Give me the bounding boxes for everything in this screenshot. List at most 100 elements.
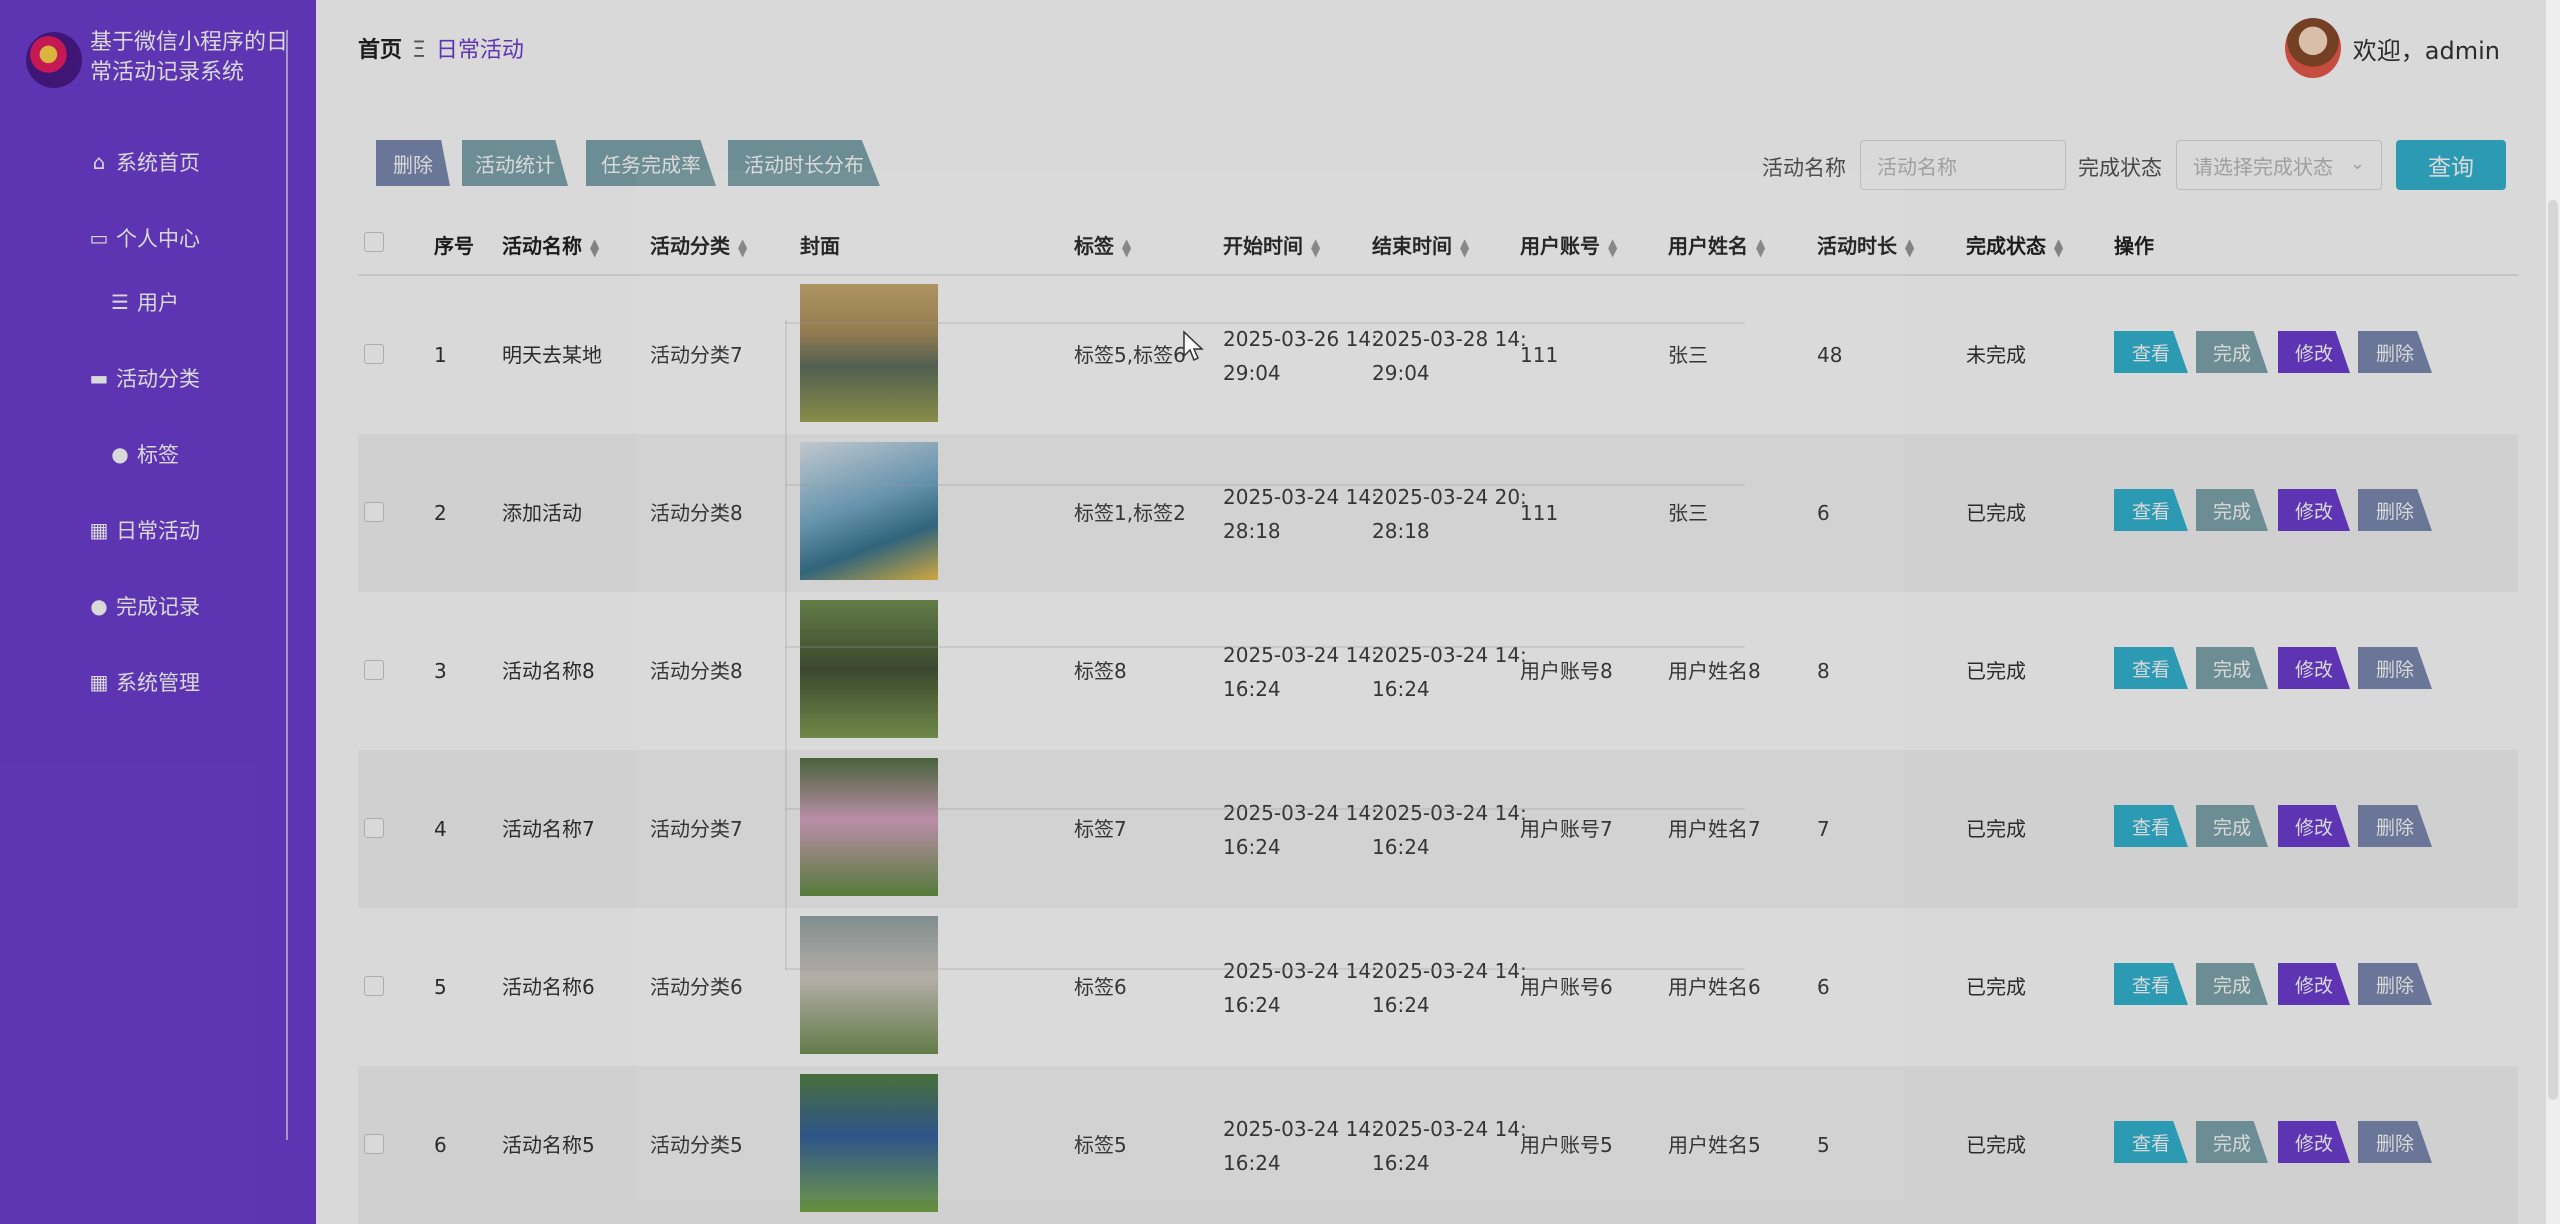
activity-category: 活动分类5 — [650, 1133, 743, 1157]
sidebar-item-home[interactable]: ⌂ 系统首页 — [0, 140, 286, 184]
delete-button[interactable]: 删除 — [2358, 805, 2432, 847]
batch-delete-button[interactable]: 删除 — [376, 140, 450, 186]
row-checkbox[interactable] — [364, 660, 384, 680]
table-row: 2 添加活动 活动分类8 标签1,标签2 2025-03-24 14: 28:18 2025… — [358, 434, 2518, 592]
col-start[interactable]: 开始时间 ▲ ▼ — [1223, 230, 1320, 259]
col-cover: 封面 — [800, 234, 840, 258]
breadcrumb-home[interactable]: 首页 — [358, 38, 402, 63]
complete-button[interactable]: 完成 — [2196, 1121, 2268, 1163]
sidebar-item-daily-activity[interactable]: ▦ 日常活动 — [0, 508, 286, 552]
search-status-placeholder: 请选择完成状态 — [2193, 154, 2333, 179]
completion-status: 已完成 — [1966, 975, 2026, 999]
sort-icon: ▲ ▼ — [1122, 235, 1132, 259]
search-name-input[interactable]: 活动名称 — [1860, 140, 2066, 190]
start-time: 2025-03-24 14: 16:24 — [1223, 959, 1378, 1017]
col-status[interactable]: 完成状态 ▲ ▼ — [1966, 230, 2063, 259]
sidebar-item-label: 活动分类 — [116, 367, 200, 391]
activity-duration: 8 — [1817, 659, 1830, 683]
duration-distribution-button[interactable]: 活动时长分布 — [728, 140, 880, 186]
complete-button[interactable]: 完成 — [2196, 963, 2268, 1005]
sidebar-item-label: 系统管理 — [116, 671, 200, 695]
col-account[interactable]: 用户账号 ▲ ▼ — [1520, 230, 1617, 259]
sidebar-item-category[interactable]: ▬ 活动分类 — [0, 356, 286, 400]
row-checkbox[interactable] — [364, 502, 384, 522]
list-icon: ☰ — [111, 290, 129, 314]
edit-button[interactable]: 修改 — [2278, 489, 2350, 531]
col-end[interactable]: 结束时间 ▲ ▼ — [1372, 230, 1469, 259]
row-checkbox[interactable] — [364, 976, 384, 996]
complete-button[interactable]: 完成 — [2196, 805, 2268, 847]
edit-button[interactable]: 修改 — [2278, 963, 2350, 1005]
activity-name: 活动名称8 — [502, 659, 595, 683]
table-row: 3 活动名称8 活动分类8 标签8 2025-03-24 14: 16:24 2025-03… — [358, 592, 2518, 750]
col-category[interactable]: 活动分类 ▲ ▼ — [650, 230, 747, 259]
sidebar-item-users[interactable]: ☰ 用户 — [0, 280, 286, 324]
breadcrumb: 首页 Ξ 日常活动 — [358, 32, 524, 64]
user-info[interactable]: 欢迎，admin — [2284, 18, 2500, 78]
edit-button[interactable]: 修改 — [2278, 647, 2350, 689]
user-name: 用户姓名6 — [1668, 975, 1761, 999]
view-button[interactable]: 查看 — [2114, 805, 2188, 847]
breadcrumb-current: 日常活动 — [435, 38, 524, 63]
view-button[interactable]: 查看 — [2114, 1121, 2188, 1163]
faded-gridline — [785, 968, 1745, 970]
row-checkbox[interactable] — [364, 1134, 384, 1154]
delete-button[interactable]: 删除 — [2358, 489, 2432, 531]
user-name: 用户姓名5 — [1668, 1133, 1761, 1157]
search-status-select[interactable]: 请选择完成状态 ⌄ — [2176, 140, 2382, 190]
sidebar-item-label: 个人中心 — [116, 227, 200, 251]
app-title: 基于微信小程序的日常活动记录系统 — [90, 30, 289, 85]
activity-stats-button[interactable]: 活动统计 — [462, 140, 568, 186]
start-time: 2025-03-24 14: 16:24 — [1223, 801, 1378, 859]
app-logo — [26, 32, 82, 88]
row-checkbox[interactable] — [364, 344, 384, 364]
view-button[interactable]: 查看 — [2114, 489, 2188, 531]
faded-gridline — [785, 646, 1745, 648]
row-checkbox[interactable] — [364, 818, 384, 838]
start-time: 2025-03-26 14: 29:04 — [1223, 327, 1378, 385]
query-button[interactable]: 查询 — [2396, 140, 2506, 190]
page-scrollbar[interactable] — [2546, 0, 2560, 1224]
delete-button[interactable]: 删除 — [2358, 331, 2432, 373]
activity-name: 活动名称6 — [502, 975, 595, 999]
view-button[interactable]: 查看 — [2114, 647, 2188, 689]
view-button[interactable]: 查看 — [2114, 963, 2188, 1005]
cover-image — [800, 916, 938, 1054]
user-name: 张三 — [1668, 501, 1708, 525]
avatar[interactable] — [2284, 18, 2341, 78]
col-username[interactable]: 用户姓名 ▲ ▼ — [1668, 230, 1765, 259]
completion-rate-button[interactable]: 任务完成率 — [586, 140, 716, 186]
table-header: 序号 活动名称 ▲ ▼ 活动分类 ▲ ▼ 封面 标签 ▲ ▼ 开始时间 ▲ ▼ 结束时间 ▲ ▼ 用… — [358, 208, 2518, 276]
activity-name: 添加活动 — [502, 501, 582, 525]
scrollbar-thumb[interactable] — [2548, 200, 2558, 1100]
activity-tags: 标签8 — [1074, 659, 1127, 683]
sidebar: 基于微信小程序的日常活动记录系统 ⌂ 系统首页 ▭ 个人中心 ☰ 用户 ▬ 活动分类 ●… — [0, 0, 316, 1224]
edit-button[interactable]: 修改 — [2278, 1121, 2350, 1163]
end-time: 2025-03-24 14: 16:24 — [1372, 643, 1527, 701]
delete-button[interactable]: 删除 — [2358, 1121, 2432, 1163]
cover-image — [800, 284, 938, 422]
user-account: 用户账号5 — [1520, 1133, 1613, 1157]
end-time: 2025-03-24 14: 16:24 — [1372, 1117, 1527, 1175]
delete-button[interactable]: 删除 — [2358, 647, 2432, 689]
user-name: 张三 — [1668, 343, 1708, 367]
complete-button[interactable]: 完成 — [2196, 331, 2268, 373]
edit-button[interactable]: 修改 — [2278, 331, 2350, 373]
sidebar-item-tags[interactable]: ● 标签 — [0, 432, 286, 476]
faded-gridline — [785, 322, 1745, 324]
sidebar-item-records[interactable]: ● 完成记录 — [0, 584, 286, 628]
complete-button[interactable]: 完成 — [2196, 489, 2268, 531]
user-account: 111 — [1520, 501, 1559, 525]
edit-button[interactable]: 修改 — [2278, 805, 2350, 847]
sidebar-item-system[interactable]: ▦ 系统管理 — [0, 660, 286, 704]
sidebar-item-profile[interactable]: ▭ 个人中心 — [0, 216, 286, 260]
user-account: 用户账号6 — [1520, 975, 1613, 999]
sidebar-divider — [286, 30, 288, 1140]
view-button[interactable]: 查看 — [2114, 331, 2188, 373]
complete-button[interactable]: 完成 — [2196, 647, 2268, 689]
select-all-checkbox[interactable] — [364, 232, 384, 252]
col-tags[interactable]: 标签 ▲ ▼ — [1074, 230, 1131, 259]
col-duration[interactable]: 活动时长 ▲ ▼ — [1817, 230, 1914, 259]
delete-button[interactable]: 删除 — [2358, 963, 2432, 1005]
col-name[interactable]: 活动名称 ▲ ▼ — [502, 230, 599, 259]
